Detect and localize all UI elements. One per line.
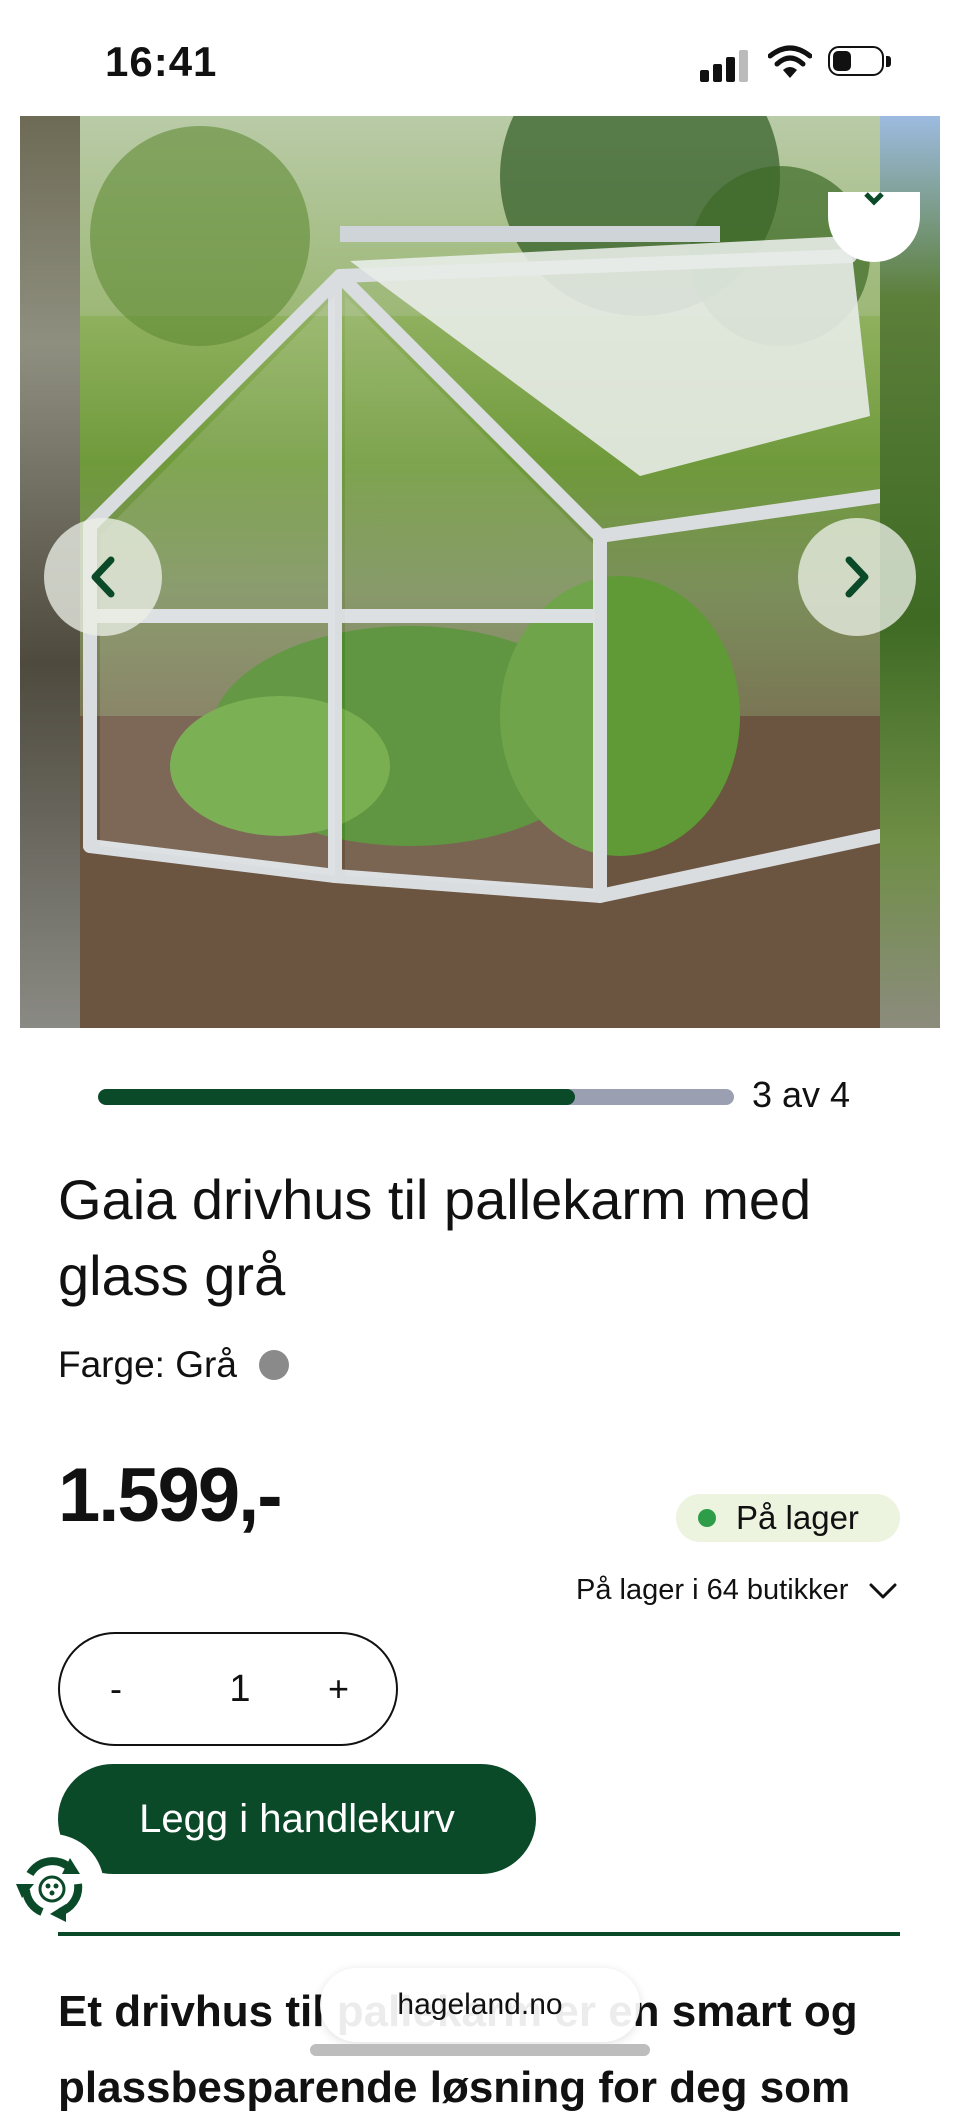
status-bar: 16:41 bbox=[0, 0, 960, 116]
quantity-stepper: - 1 + bbox=[58, 1632, 398, 1746]
zoom-handle[interactable] bbox=[828, 192, 920, 262]
chevron-left-icon bbox=[91, 556, 115, 598]
status-time: 16:41 bbox=[105, 38, 218, 85]
product-title: Gaia drivhus til pallekarm med glass grå bbox=[58, 1168, 812, 1307]
wifi-icon bbox=[768, 45, 812, 78]
chevron-right-icon bbox=[845, 556, 869, 598]
cellular-signal-icon bbox=[700, 50, 752, 82]
battery-icon bbox=[828, 46, 892, 80]
home-indicator[interactable] bbox=[310, 2044, 650, 2056]
color-label: Farge: Grå bbox=[58, 1344, 237, 1385]
store-stock-label: På lager i 64 butikker bbox=[576, 1574, 849, 1606]
chevron-down-icon bbox=[869, 1583, 897, 1598]
store-stock-dropdown[interactable]: På lager i 64 butikker bbox=[576, 1574, 898, 1607]
greenhouse-product-image bbox=[80, 116, 880, 1028]
carousel-next-button[interactable] bbox=[798, 518, 916, 636]
stock-status-label: På lager bbox=[736, 1499, 859, 1536]
carousel-progress-bar bbox=[98, 1089, 734, 1105]
recycle-badge[interactable] bbox=[0, 1834, 104, 1938]
quantity-decrease-button[interactable]: - bbox=[110, 1668, 122, 1710]
in-stock-dot-icon bbox=[698, 1509, 716, 1527]
product-price: 1.599,- bbox=[58, 1453, 283, 1538]
add-to-cart-button[interactable]: Legg i handlekurv bbox=[58, 1764, 536, 1874]
carousel-prev-button[interactable] bbox=[44, 518, 162, 636]
color-swatch bbox=[258, 1350, 289, 1380]
quantity-increase-button[interactable]: + bbox=[328, 1668, 349, 1710]
browser-url-pill[interactable]: hageland.no bbox=[320, 1968, 640, 2042]
stock-status-badge: På lager bbox=[676, 1494, 900, 1542]
section-divider bbox=[58, 1932, 900, 1936]
color-row: Farge: Grå bbox=[58, 1344, 289, 1386]
chevron-down-icon bbox=[864, 192, 884, 206]
product-image-carousel[interactable] bbox=[20, 116, 940, 1028]
quantity-value[interactable]: 1 bbox=[220, 1668, 260, 1711]
recycle-icon bbox=[16, 1857, 83, 1922]
carousel-progress-fill bbox=[98, 1089, 575, 1105]
carousel-position-label: 3 av 4 bbox=[752, 1074, 851, 1115]
